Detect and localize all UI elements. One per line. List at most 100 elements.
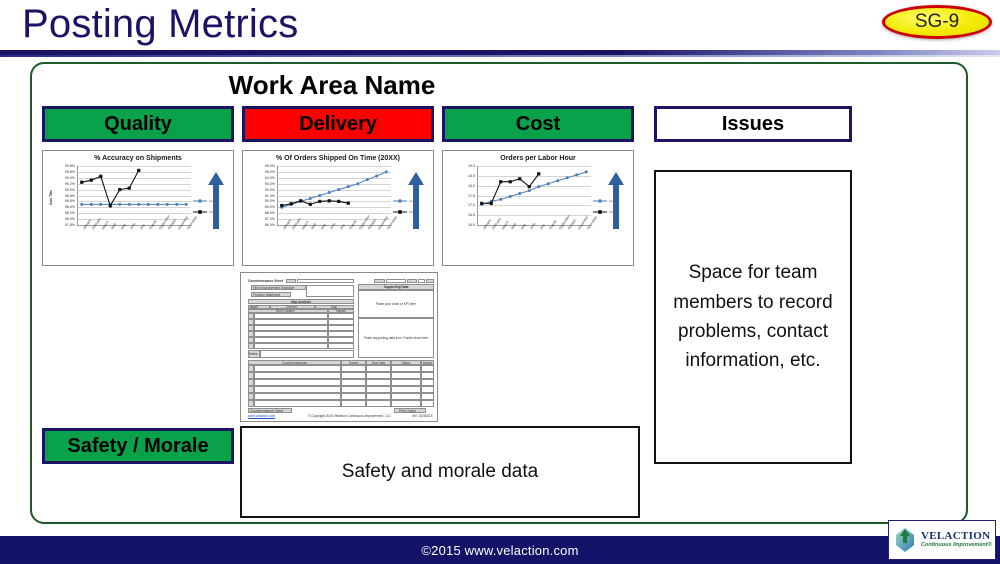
chart-y-tick-label: 93.0% xyxy=(264,181,275,186)
chip-quality-label: Quality xyxy=(104,112,172,135)
chart-data-point xyxy=(99,174,103,178)
cm-table-cell xyxy=(421,386,434,393)
chart-data-point xyxy=(508,180,512,184)
cm-table-cell xyxy=(421,400,434,407)
chart-y-tick-label: 97.8% xyxy=(64,223,75,227)
chart-data-point xyxy=(518,192,522,196)
chip-issues-label: Issues xyxy=(721,112,785,135)
chart-data-point xyxy=(108,204,112,208)
chart-y-tick-label: 17.5 xyxy=(468,193,475,198)
cm-version: Ver. 10252015 xyxy=(412,414,433,418)
velaction-arrow-icon xyxy=(892,526,918,554)
cm-table-cell xyxy=(341,365,366,372)
cm-button-problem-statement-label: Problem Statement xyxy=(253,292,281,297)
chart-data-point xyxy=(546,182,550,186)
cm-table-cell xyxy=(421,372,434,379)
cm-footer-link: www.velaction.com xyxy=(248,414,276,418)
chip-delivery[interactable]: Delivery xyxy=(242,106,434,142)
cm-field-of[interactable] xyxy=(426,278,434,283)
chart-y-tick-label: 16.5 xyxy=(468,213,475,218)
cm-field-area-input xyxy=(297,278,354,283)
page-title: Posting Metrics xyxy=(22,2,299,46)
slide-title-bar: Posting Metrics xyxy=(0,0,1000,57)
cm-table-cell xyxy=(421,379,434,386)
work-area-title: Work Area Name xyxy=(228,70,436,100)
safety-morale-text: Safety and morale data xyxy=(341,461,539,482)
issues-panel[interactable]: Space for team members to record problem… xyxy=(654,170,852,464)
chart-data-point xyxy=(184,202,188,206)
cm-field-page[interactable] xyxy=(407,278,417,283)
chart-y-tick-label: 96.0% xyxy=(264,164,275,168)
chart-title: % Of Orders Shipped On Time (20XX) xyxy=(276,155,400,162)
chart-y-tick-label: 94.0% xyxy=(264,175,275,180)
chart-data-point xyxy=(318,194,322,197)
chart-data-point xyxy=(584,170,588,174)
chart-y-tick-label: 99.8% xyxy=(64,164,75,168)
chart-data-point xyxy=(299,199,303,203)
cm-field-date[interactable] xyxy=(374,278,385,283)
cm-notes-field xyxy=(260,349,354,358)
chart-y-tick-label: 91.0% xyxy=(264,193,275,198)
cm-field-date-input xyxy=(386,278,406,283)
cm-table-cell xyxy=(341,372,366,379)
chip-issues[interactable]: Issues xyxy=(654,106,852,142)
chart-plot-area xyxy=(477,166,591,226)
cm-table-cell xyxy=(391,365,421,372)
chart-card-delivery[interactable]: % Of Orders Shipped On Time (20XX) 96.0% 9… xyxy=(242,150,434,266)
chart-data-point xyxy=(318,199,322,203)
cm-table-cell xyxy=(421,393,434,400)
cm-table-cell xyxy=(391,386,421,393)
chart-title: % Accuracy on Shipments xyxy=(94,155,182,162)
cm-table-cell xyxy=(366,400,391,407)
cm-field-area[interactable] xyxy=(286,278,296,283)
chart-y-tick-label: 18.0 xyxy=(468,183,475,188)
chart-card-quality[interactable]: % Accuracy on Shipments 99.8% 99.6% 99.4% 99… xyxy=(42,150,234,266)
cm-root-cause-row xyxy=(254,343,328,349)
chart-y-tick-label: 17.0 xyxy=(468,203,475,208)
cm-table-cell xyxy=(391,400,421,407)
cm-table-cell xyxy=(366,393,391,400)
chart-data-point xyxy=(575,173,579,177)
chart-y-tick-label: 95.0% xyxy=(264,169,275,174)
cm-table-cell xyxy=(254,400,341,407)
chart-data-point xyxy=(118,188,122,192)
chip-cost-label: Cost xyxy=(515,112,561,135)
chart-data-point xyxy=(499,197,503,201)
chart-data-point xyxy=(175,202,179,206)
cm-table-cell xyxy=(254,372,341,379)
chart-y-tick-label: 98.2% xyxy=(64,211,75,216)
chart-y-tick-label: 18.5 xyxy=(468,173,475,178)
cm-table-cell xyxy=(421,365,434,372)
cm-supporting-hint-2: Paste supporting data icon. Pareto chart… xyxy=(363,336,429,340)
velaction-logo-tagline: Continuous Improvement® xyxy=(921,542,992,549)
chart-y-tick-label: 98.8% xyxy=(64,193,75,198)
cm-table-cell xyxy=(391,393,421,400)
chip-cost[interactable]: Cost xyxy=(442,106,634,142)
chip-safety-morale[interactable]: Safety / Morale xyxy=(42,428,234,464)
chart-y-tick-label: 19.0 xyxy=(468,164,475,168)
chart-card-cost[interactable]: Orders per Labor Hour 19.0 18.5 18.0 17.5 17.… xyxy=(442,150,634,266)
cm-table-cell xyxy=(391,372,421,379)
chart-y-tick-label: 98.0% xyxy=(64,217,75,222)
cm-title: Countermeasure Sheet xyxy=(248,279,283,283)
trend-arrow-up-icon xyxy=(607,172,625,234)
countermeasure-sheet[interactable]: Countermeasure Sheet Fill in Improvement … xyxy=(240,272,438,422)
issues-panel-text: Space for team members to record problem… xyxy=(673,262,833,372)
trend-arrow-up-icon xyxy=(407,172,425,234)
chart-data-point xyxy=(308,196,312,200)
chart-data-point xyxy=(137,202,141,206)
cm-table-cell xyxy=(341,386,366,393)
chip-quality[interactable]: Quality xyxy=(42,106,234,142)
chart-series-layer xyxy=(80,168,188,208)
chart-data-point xyxy=(356,182,360,186)
velaction-logo-name: VELACTION xyxy=(921,530,991,543)
chart-data-point xyxy=(499,180,503,184)
chart-y-tick-label: 16.0 xyxy=(468,223,475,227)
chart-data-point xyxy=(537,185,541,189)
safety-morale-panel[interactable]: Safety and morale data xyxy=(240,426,640,518)
chart-series-layer xyxy=(280,170,388,209)
chart-y-tick-label: 99.2% xyxy=(64,181,75,186)
chart-data-point xyxy=(346,185,350,189)
chart-data-point xyxy=(99,202,103,206)
chart-y-tick-label: 99.0% xyxy=(64,187,75,192)
